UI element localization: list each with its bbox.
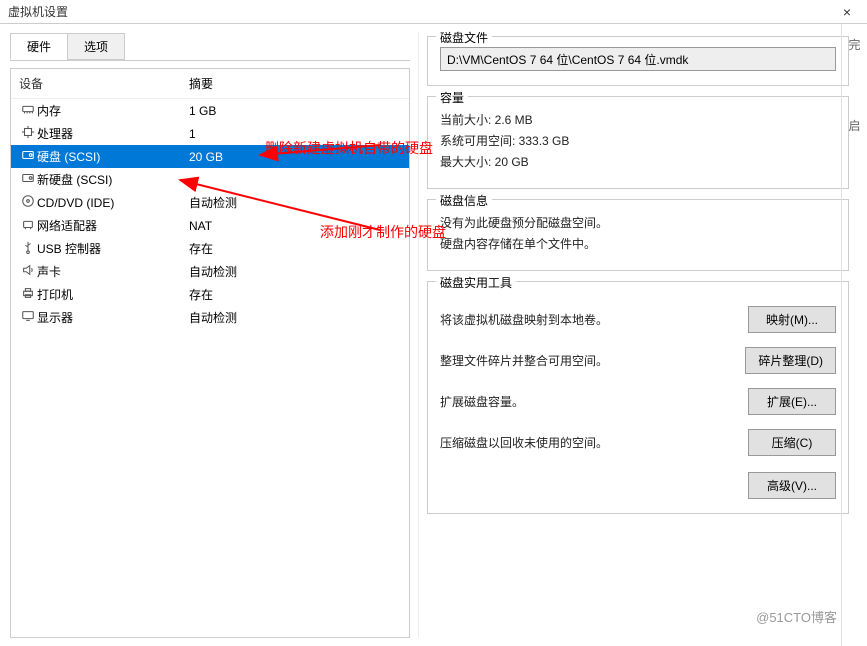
device-label: 硬盘 (SCSI) bbox=[37, 148, 189, 165]
memory-icon bbox=[19, 102, 37, 119]
cd-icon bbox=[19, 194, 37, 211]
device-row-network[interactable]: 网络适配器 NAT bbox=[11, 214, 409, 237]
disk-file-path[interactable] bbox=[440, 47, 836, 71]
device-label: 声卡 bbox=[37, 263, 189, 280]
tabs: 硬件 选项 bbox=[10, 33, 410, 61]
network-icon bbox=[19, 217, 37, 234]
device-summary: 1 GB bbox=[189, 104, 401, 118]
device-label: 打印机 bbox=[37, 286, 189, 303]
col-summary-header: 摘要 bbox=[189, 75, 401, 92]
device-summary: NAT bbox=[189, 219, 401, 233]
device-summary: 存在 bbox=[189, 240, 401, 257]
max-size: 最大大小: 20 GB bbox=[440, 153, 836, 170]
system-avail: 系统可用空间: 333.3 GB bbox=[440, 132, 836, 149]
tab-hardware[interactable]: 硬件 bbox=[10, 33, 68, 60]
strip-tab-2[interactable]: 启 bbox=[842, 105, 867, 146]
device-label: 内存 bbox=[37, 102, 189, 119]
device-summary: 1 bbox=[189, 127, 401, 141]
col-device-header: 设备 bbox=[19, 75, 189, 92]
device-summary: 20 GB bbox=[189, 150, 401, 164]
printer-icon bbox=[19, 286, 37, 303]
disk-info-title: 磁盘信息 bbox=[436, 192, 492, 209]
device-label: 新硬盘 (SCSI) bbox=[37, 171, 189, 188]
strip-tab-1[interactable]: 完 bbox=[842, 24, 867, 65]
device-row-cddvd[interactable]: CD/DVD (IDE) 自动检测 bbox=[11, 191, 409, 214]
expand-desc: 扩展磁盘容量。 bbox=[440, 393, 748, 410]
disk-icon bbox=[19, 171, 37, 188]
capacity-title: 容量 bbox=[436, 89, 468, 106]
device-label: CD/DVD (IDE) bbox=[37, 196, 189, 210]
device-row-cpu[interactable]: 处理器 1 bbox=[11, 122, 409, 145]
map-button[interactable]: 映射(M)... bbox=[748, 306, 836, 333]
disk-file-title: 磁盘文件 bbox=[436, 29, 492, 46]
single-file: 硬盘内容存储在单个文件中。 bbox=[440, 235, 836, 252]
tools-title: 磁盘实用工具 bbox=[436, 274, 516, 291]
device-summary: 自动检测 bbox=[189, 194, 401, 211]
compact-button[interactable]: 压缩(C) bbox=[748, 429, 836, 456]
usb-icon bbox=[19, 240, 37, 257]
display-icon bbox=[19, 309, 37, 326]
compact-desc: 压缩磁盘以回收未使用的空间。 bbox=[440, 434, 748, 451]
device-label: 显示器 bbox=[37, 309, 189, 326]
advanced-button[interactable]: 高级(V)... bbox=[748, 472, 836, 499]
device-row-printer[interactable]: 打印机 存在 bbox=[11, 283, 409, 306]
close-icon[interactable]: × bbox=[835, 4, 859, 20]
no-prealloc: 没有为此硬盘预分配磁盘空间。 bbox=[440, 214, 836, 231]
right-strip: 完 启 bbox=[841, 24, 867, 646]
device-label: USB 控制器 bbox=[37, 240, 189, 257]
device-summary: 自动检测 bbox=[189, 309, 401, 326]
cpu-icon bbox=[19, 125, 37, 142]
device-row-newdisk[interactable]: 新硬盘 (SCSI) bbox=[11, 168, 409, 191]
device-label: 网络适配器 bbox=[37, 217, 189, 234]
map-desc: 将该虚拟机磁盘映射到本地卷。 bbox=[440, 311, 748, 328]
device-row-memory[interactable]: 内存 1 GB bbox=[11, 99, 409, 122]
device-row-disk[interactable]: 硬盘 (SCSI) 20 GB bbox=[11, 145, 409, 168]
tab-options[interactable]: 选项 bbox=[67, 33, 125, 60]
device-list: 设备 摘要 内存 1 GB 处理器 1 硬盘 (SCSI) 20 GB 新硬盘 … bbox=[10, 68, 410, 638]
expand-button[interactable]: 扩展(E)... bbox=[748, 388, 836, 415]
device-row-usb[interactable]: USB 控制器 存在 bbox=[11, 237, 409, 260]
window-title: 虚拟机设置 bbox=[8, 3, 835, 20]
disk-icon bbox=[19, 148, 37, 165]
defrag-desc: 整理文件碎片并整合可用空间。 bbox=[440, 352, 745, 369]
device-row-sound[interactable]: 声卡 自动检测 bbox=[11, 260, 409, 283]
defrag-button[interactable]: 碎片整理(D) bbox=[745, 347, 836, 374]
sound-icon bbox=[19, 263, 37, 280]
device-summary: 自动检测 bbox=[189, 263, 401, 280]
device-label: 处理器 bbox=[37, 125, 189, 142]
device-row-display[interactable]: 显示器 自动检测 bbox=[11, 306, 409, 329]
device-summary: 存在 bbox=[189, 286, 401, 303]
current-size: 当前大小: 2.6 MB bbox=[440, 111, 836, 128]
